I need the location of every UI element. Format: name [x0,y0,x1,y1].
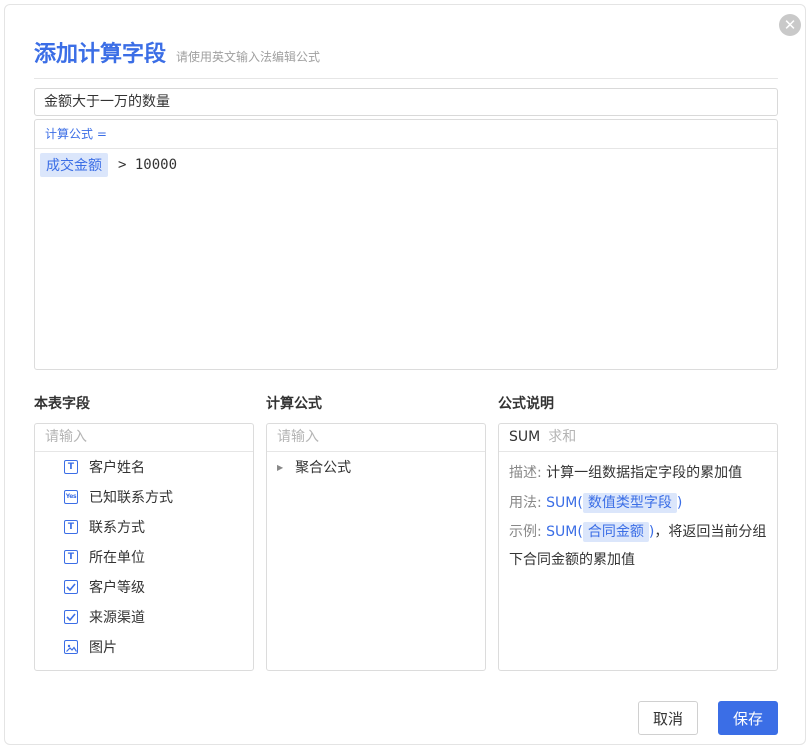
checkbox-icon [64,610,78,624]
description-panel-title: 公式说明 [498,396,554,412]
text-icon: T [64,520,78,534]
field-list: T 客户姓名 Yes 已知联系方式 T 联系方式 T 所在单位 客户等级 来源渠… [35,452,253,662]
usage-argument: 数值类型字段 [582,493,677,513]
example-function: SUM( [546,524,583,540]
formula-editor[interactable]: 计算公式 = 成交金额 > 10000 [34,119,778,370]
formula-operator-text: > 10000 [118,157,178,173]
yes-icon: Yes [64,490,78,504]
usage-line: 用法: SUM(数值类型字段) [509,488,767,518]
functions-panel-title: 计算公式 [266,396,322,412]
field-item-image[interactable]: 图片 [35,632,253,662]
formula-expression[interactable]: 成交金额 > 10000 [35,150,777,180]
function-name: SUM [509,429,541,445]
example-line: 示例: SUM(合同金额)，将返回当前分组下合同金额的累加值 [509,518,767,574]
function-description: 描述: 计算一组数据指定字段的累加值 用法: SUM(数值类型字段) 示例: S… [499,452,777,580]
dialog-title: 添加计算字段 [34,42,167,67]
function-subtitle: 求和 [548,429,577,445]
field-item-contact[interactable]: T 联系方式 [35,512,253,542]
dialog-header: 添加计算字段 请使用英文输入法编辑公式 [34,36,320,68]
checkbox-icon [64,580,78,594]
function-group-aggregate[interactable]: ▶ 聚合公式 [267,452,485,482]
cancel-button[interactable]: 取消 [638,701,698,735]
header-divider [34,78,778,79]
image-icon [64,640,78,654]
description-text: 计算一组数据指定字段的累加值 [546,465,743,481]
field-item-label: 图片 [89,640,117,656]
field-item-source-channel[interactable]: 来源渠道 [35,602,253,632]
text-icon: T [64,460,78,474]
functions-panel: 请输入 ▶ 聚合公式 [266,423,486,671]
description-key: 描述: [509,465,542,481]
usage-key: 用法: [509,495,542,511]
field-item-customer-name[interactable]: T 客户姓名 [35,452,253,482]
field-item-customer-level[interactable]: 客户等级 [35,572,253,602]
description-panel: SUM 求和 描述: 计算一组数据指定字段的累加值 用法: SUM(数值类型字段)… [498,423,778,671]
formula-field-token[interactable]: 成交金额 [40,153,108,177]
field-item-label: 所在单位 [89,550,145,566]
description-line: 描述: 计算一组数据指定字段的累加值 [509,458,767,488]
close-icon[interactable]: ✕ [779,14,801,36]
function-header: SUM 求和 [499,424,777,452]
fields-search-input[interactable]: 请输入 [35,424,253,452]
field-item-label: 已知联系方式 [89,490,173,506]
example-argument: 合同金额 [582,522,649,542]
field-item-label: 客户姓名 [89,460,145,476]
caret-right-icon: ▶ [277,462,284,472]
fields-panel: 请输入 T 客户姓名 Yes 已知联系方式 T 联系方式 T 所在单位 客户等级 [34,423,254,671]
dialog-subtitle: 请使用英文输入法编辑公式 [176,50,321,64]
field-name-input[interactable]: 金额大于一万的数量 [34,88,778,116]
fields-panel-title: 本表字段 [34,396,90,412]
formula-label: 计算公式 = [35,120,777,149]
usage-close: ) [676,495,683,511]
example-key: 示例: [509,524,542,540]
field-item-known-contact[interactable]: Yes 已知联系方式 [35,482,253,512]
functions-search-input[interactable]: 请输入 [267,424,485,452]
function-group-label: 聚合公式 [295,460,352,476]
field-item-label: 来源渠道 [89,610,145,626]
field-item-label: 客户等级 [89,580,145,596]
save-button[interactable]: 保存 [718,701,778,735]
usage-function: SUM( [546,495,583,511]
field-item-company[interactable]: T 所在单位 [35,542,253,572]
text-icon: T [64,550,78,564]
field-item-label: 联系方式 [89,520,145,536]
